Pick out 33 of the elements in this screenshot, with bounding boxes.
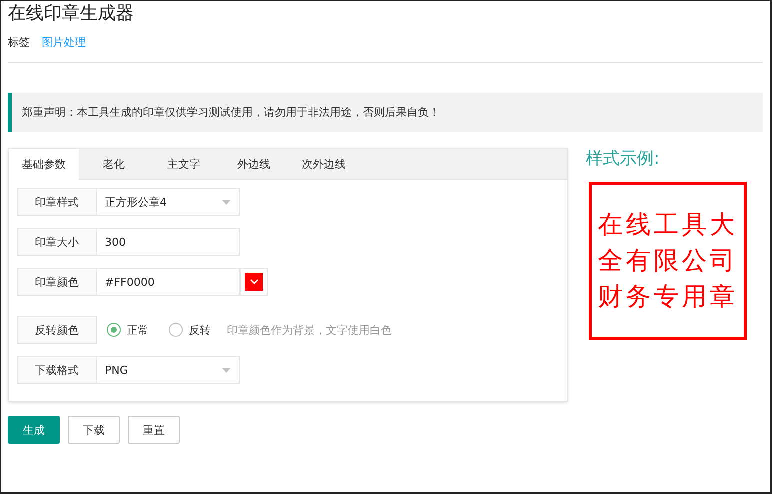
action-button[interactable]: 重置 (128, 416, 180, 444)
hint-text: 印章颜色作为背景，文字使用白色 (227, 322, 392, 338)
tab[interactable]: 主文字 (149, 149, 219, 179)
tab[interactable]: 老化 (79, 149, 149, 179)
radio-option[interactable]: 正常 (107, 322, 149, 338)
radio-button[interactable] (169, 323, 183, 337)
page-title: 在线印章生成器 (8, 3, 135, 25)
tab[interactable]: 外边线 (219, 149, 289, 179)
input-field[interactable]: 300 (97, 228, 240, 256)
select-field[interactable]: PNG (97, 356, 240, 384)
radio-button[interactable] (107, 323, 121, 337)
stamp-text: 全有限公司 (598, 246, 738, 276)
notice-text: 郑重声明：本工具生成的印章仅供学习测试使用，请勿用于非法用途，否则后果自负！ (8, 93, 763, 132)
chevron-down-icon (250, 279, 258, 285)
field-label: 反转颜色 (17, 316, 97, 344)
dropdown-caret-icon (222, 368, 231, 372)
preview-title: 样式示例: (586, 148, 661, 170)
dropdown-caret-icon (222, 200, 231, 204)
tab[interactable]: 基础参数 (9, 149, 79, 180)
field-label: 印章颜色 (17, 268, 97, 296)
stamp-text: 财务专用章 (598, 282, 738, 312)
tab[interactable]: 次外边线 (289, 149, 359, 179)
tags-label: 标签 (8, 35, 30, 50)
color-picker[interactable] (240, 268, 268, 296)
stamp-text: 在线工具大 (598, 210, 738, 240)
field-label: 下载格式 (17, 356, 97, 384)
field-label: 印章样式 (17, 188, 97, 216)
generate-button[interactable]: 生成 (8, 416, 60, 444)
select-field[interactable]: 正方形公章4 (97, 188, 240, 216)
action-button[interactable]: 下载 (68, 416, 120, 444)
radio-option[interactable]: 反转 (169, 322, 211, 338)
field-label: 印章大小 (17, 228, 97, 256)
input-field[interactable]: #FF0000 (97, 268, 240, 296)
